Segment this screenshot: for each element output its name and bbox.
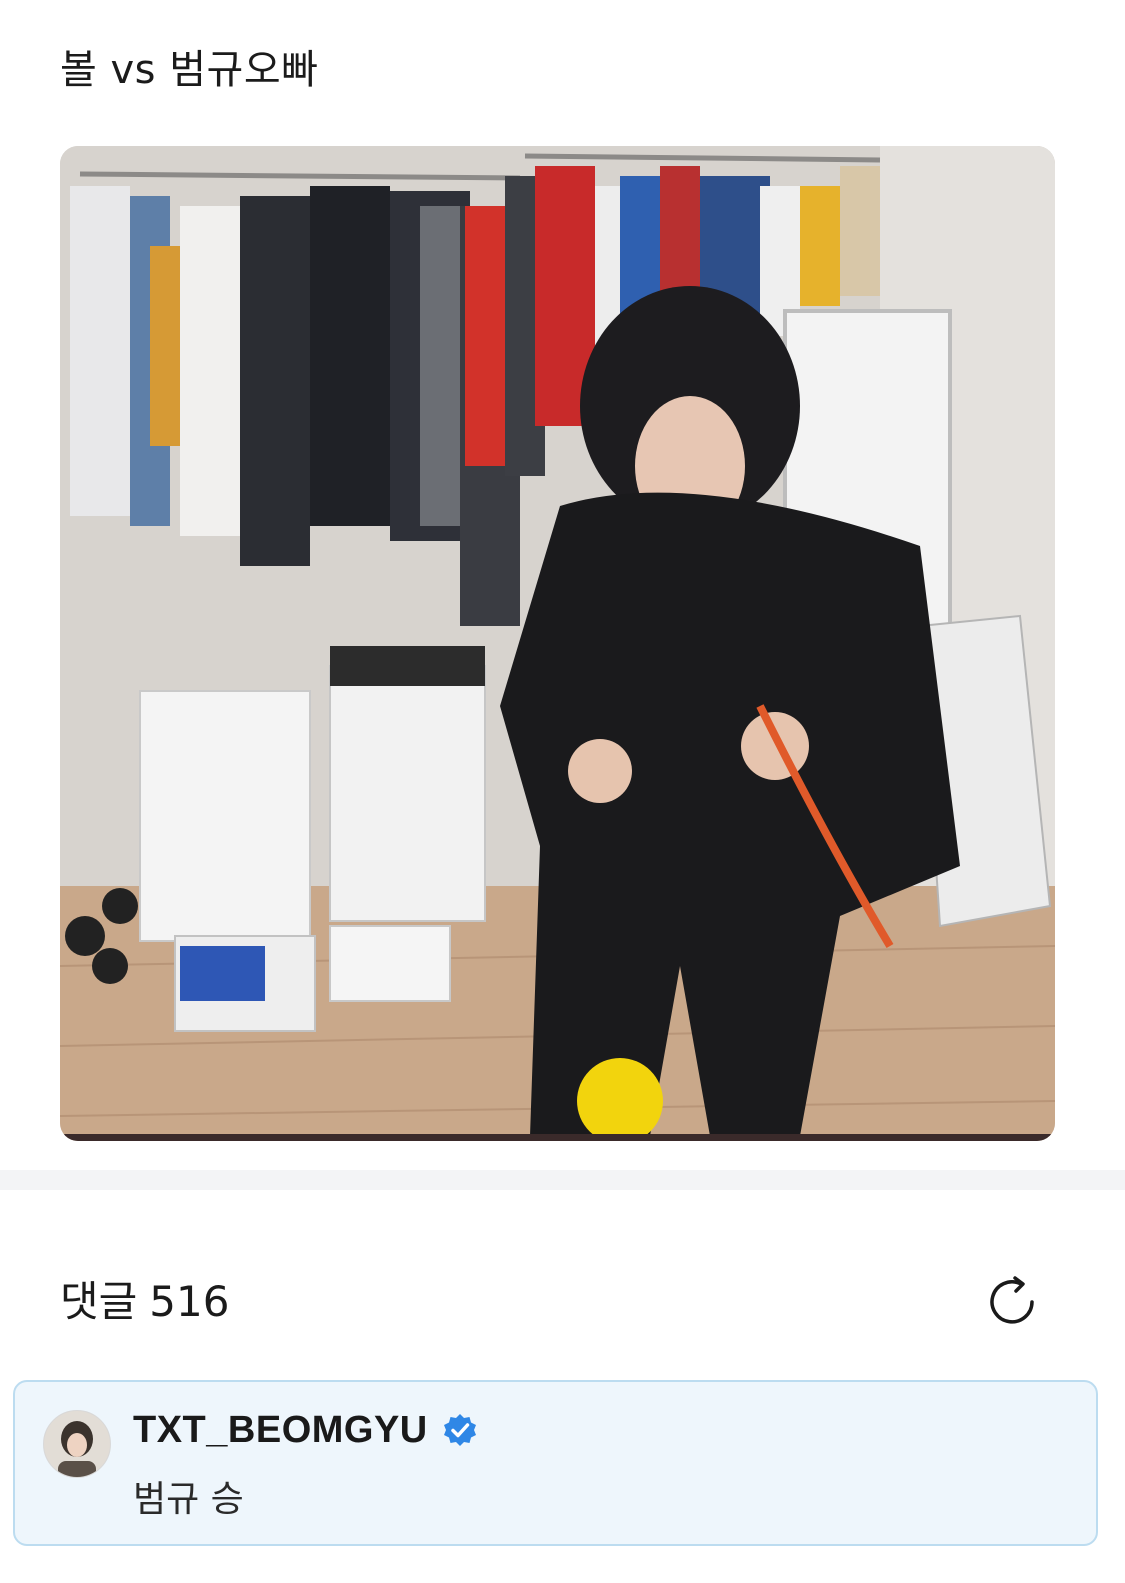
author-name[interactable]: TXT_BEOMGYU xyxy=(133,1408,428,1452)
comments-header: 댓글 516 xyxy=(60,1270,241,1334)
refresh-button[interactable] xyxy=(980,1270,1044,1334)
section-divider xyxy=(0,1170,1125,1190)
refresh-icon xyxy=(990,1276,1034,1324)
avatar-image xyxy=(44,1411,110,1477)
comment-text: 범규 승 xyxy=(133,1479,244,1520)
comment-author[interactable]: TXT_BEOMGYU xyxy=(133,1408,478,1452)
comments-count: 516 xyxy=(149,1277,230,1326)
verified-badge-icon xyxy=(443,1414,476,1446)
post-title: 볼 vs 범규오빠 xyxy=(60,47,319,93)
comment-item[interactable]: TXT_BEOMGYU 범규 승 xyxy=(13,1380,1098,1546)
comments-label: 댓글 xyxy=(60,1277,138,1326)
video-frame-illustration xyxy=(60,146,1055,1141)
post-video[interactable] xyxy=(60,146,1055,1141)
avatar[interactable] xyxy=(43,1410,111,1478)
